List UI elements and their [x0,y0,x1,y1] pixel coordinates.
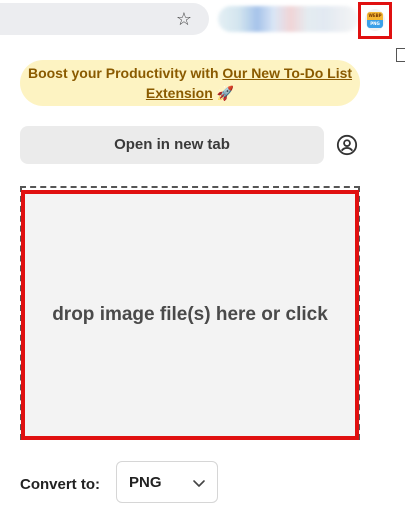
browser-toolbar: ☆ WEBP PNG [0,0,405,40]
account-circle-icon[interactable] [336,134,358,156]
extension-logo: WEBP PNG [367,12,383,28]
extensions-area[interactable] [218,6,358,32]
convert-to-label: Convert to: [20,476,100,493]
image-dropzone[interactable]: drop image file(s) here or click [21,190,359,440]
promo-text: Boost your Productivity with [27,65,223,81]
extension-popup: Boost your Productivity with Our New To-… [0,40,393,521]
open-in-new-tab-button[interactable]: Open in new tab [20,126,324,164]
rocket-emoji: 🚀 [212,85,235,101]
dropzone-text: drop image file(s) here or click [52,304,328,325]
chevron-down-icon [193,480,205,487]
promo-banner: Boost your Productivity with Our New To-… [20,60,360,106]
webp-to-png-extension-icon[interactable]: WEBP PNG [365,9,385,31]
screen: ☆ WEBP PNG Boost your Productivity with … [0,0,405,521]
format-select[interactable]: PNG [116,461,218,503]
window-corner-icon [396,48,405,62]
star-icon[interactable]: ☆ [174,9,194,29]
format-select-value: PNG [129,474,162,491]
